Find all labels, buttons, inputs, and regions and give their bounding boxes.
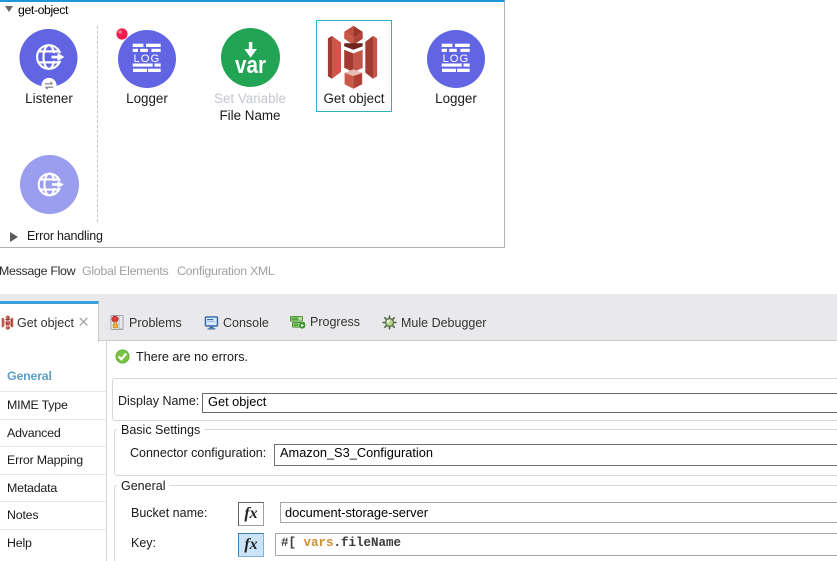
svg-text:var: var: [235, 52, 266, 79]
svg-text:LOG: LOG: [442, 53, 469, 65]
svg-text:LOG: LOG: [133, 53, 160, 65]
